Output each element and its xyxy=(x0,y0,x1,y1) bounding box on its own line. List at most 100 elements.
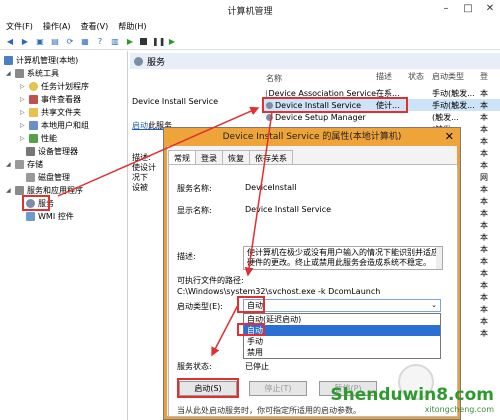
column-header-description[interactable]: 描述 xyxy=(376,71,408,85)
tree-item-local-users[interactable]: ▷ 本地用户和组 xyxy=(20,120,89,131)
service-name-cell-text: Device Setup Manager xyxy=(275,112,366,122)
service-logon-cell: 本 xyxy=(480,220,500,231)
service-logon-cell: 本 xyxy=(480,256,500,267)
properties-icon[interactable]: ▥ xyxy=(110,37,120,47)
tree-label: 本地用户和组 xyxy=(41,121,89,130)
expand-icon[interactable]: ▷ xyxy=(20,96,26,103)
services-apps-icon xyxy=(15,186,24,195)
service-logon-cell: 本 xyxy=(480,112,500,123)
tree-item-performance[interactable]: ▷ 性能 xyxy=(20,133,57,144)
startup-type-select[interactable]: 自动 ⌄ xyxy=(243,299,441,312)
exe-path-label: 可执行文件的路径: xyxy=(177,276,244,285)
tools-icon xyxy=(15,69,24,78)
tree-label: 任务计划程序 xyxy=(41,82,89,91)
menu-action[interactable]: 操作(A) xyxy=(43,20,71,34)
exe-path-value: C:\Windows\system32\svchost.exe -k DcomL… xyxy=(177,287,381,296)
service-logon-cell-text: 本 xyxy=(480,88,488,98)
back-icon[interactable]: ◀ xyxy=(5,37,15,47)
startup-option-auto[interactable]: 自动 xyxy=(244,325,440,336)
tree-item-disk-management[interactable]: 磁盘管理 xyxy=(26,172,70,183)
startup-type-dropdown: 自动(延迟启动) 自动 手动 禁用 xyxy=(243,313,441,359)
service-startup-cell: 手动(触发... xyxy=(432,100,480,111)
menu-help[interactable]: 帮助(H) xyxy=(118,20,146,34)
collapse-icon[interactable]: ◢ xyxy=(6,187,12,194)
maximize-icon[interactable]: □ xyxy=(462,3,474,14)
collapse-icon[interactable]: ◢ xyxy=(6,70,12,77)
chevron-down-icon[interactable]: ⌄ xyxy=(431,300,437,311)
tree-item-system-tools[interactable]: ◢ 系统工具 xyxy=(6,68,59,79)
service-logon-cell-text: 本 xyxy=(480,124,488,134)
tree-item-device-manager[interactable]: 设备管理器 xyxy=(26,146,78,157)
highlight-startup-type xyxy=(237,296,265,313)
tree-item-storage[interactable]: ◢ 存储 xyxy=(6,159,43,170)
tree-item-shared-folders[interactable]: ▷ 共享文件夹 xyxy=(20,107,81,118)
service-logon-cell-text: 本 xyxy=(480,328,488,338)
help-icon[interactable]: ? xyxy=(95,37,105,47)
display-name-value: Device Install Service xyxy=(245,205,332,214)
tree-item-event-viewer[interactable]: ▷ 事件查看器 xyxy=(20,94,81,105)
stop-button[interactable]: 停止(T) xyxy=(249,381,307,396)
startup-option-manual[interactable]: 手动 xyxy=(244,336,440,347)
service-logon-cell: 本 xyxy=(480,244,500,255)
tree-label: 设备管理器 xyxy=(38,147,78,156)
service-logon-cell-text: 本 xyxy=(480,184,488,194)
column-header-name[interactable]: 名称 xyxy=(262,71,376,85)
service-logon-cell: 本 xyxy=(480,148,500,159)
show-tree-icon[interactable]: ▤ xyxy=(50,37,60,47)
stop-service-icon[interactable] xyxy=(140,38,147,45)
toolbar: ◀ ▶ ▣ ▤ ⟳ ▦ ? ▥ ▶ ❚❚ ▶ xyxy=(0,34,500,50)
service-logon-cell-text: 本 xyxy=(480,208,488,218)
service-logon-cell-text: 本 xyxy=(480,304,488,314)
minimize-icon[interactable]: – xyxy=(440,3,452,14)
watermark-brand: Shenduwin8.com xyxy=(330,385,494,405)
service-logon-cell-text: 本 xyxy=(480,112,488,122)
window-titlebar: 计算机管理 – □ ✕ xyxy=(0,0,500,20)
column-header-startup[interactable]: 启动类型 xyxy=(432,71,480,85)
service-logon-cell-text: 本 xyxy=(480,292,488,302)
start-service-icon[interactable]: ▶ xyxy=(125,37,135,47)
service-logon-cell: 本 xyxy=(480,268,500,279)
navigation-tree: 计算机管理(本地) ◢ 系统工具 ▷ 任务计划程序 ▷ 事件查看器 ▷ 共享文件… xyxy=(0,51,128,420)
forward-icon[interactable]: ▶ xyxy=(20,37,30,47)
service-logon-cell: 本 xyxy=(480,292,500,303)
service-logon-cell-text: 本 xyxy=(480,160,488,170)
start-link-text[interactable]: 启动 xyxy=(132,121,148,130)
wmi-icon xyxy=(26,212,35,221)
clock-icon xyxy=(29,82,38,91)
service-logon-cell: 本 xyxy=(480,208,500,219)
collapse-icon[interactable]: ◢ xyxy=(6,161,12,168)
dialog-close-icon[interactable]: ✕ xyxy=(445,128,454,146)
service-startup-cell: 手动(触发... xyxy=(432,88,480,99)
highlight-auto-option xyxy=(237,323,265,336)
tree-item-task-scheduler[interactable]: ▷ 任务计划程序 xyxy=(20,81,89,92)
menu-view[interactable]: 查看(V) xyxy=(81,20,109,34)
menu-file[interactable]: 文件(F) xyxy=(6,20,33,34)
export-icon[interactable]: ▦ xyxy=(80,37,90,47)
column-header-status[interactable]: 状态 xyxy=(408,71,432,85)
service-logon-cell: 本 xyxy=(480,124,500,135)
expand-icon[interactable]: ▷ xyxy=(20,122,26,129)
pause-service-icon[interactable]: ❚❚ xyxy=(152,37,165,47)
tree-item-wmi[interactable]: WMI 控件 xyxy=(26,211,74,222)
tree-item-root[interactable]: 计算机管理(本地) xyxy=(4,55,78,66)
expand-icon[interactable]: ▷ xyxy=(20,135,26,142)
startup-option-auto-delayed[interactable]: 自动(延迟启动) xyxy=(244,314,440,325)
selected-service-name: Device Install Service xyxy=(132,97,219,106)
description-scrollbar[interactable] xyxy=(436,247,442,269)
service-logon-cell-text: 本 xyxy=(480,256,488,266)
device-manager-icon xyxy=(26,147,35,156)
description-textbox[interactable]: 使计算机在极少或没有用户输入的情况下能识别并适应硬件的更改。终止或禁用此服务会造… xyxy=(243,246,443,270)
column-header-logon[interactable]: 登 xyxy=(480,71,500,85)
startup-option-disabled[interactable]: 禁用 xyxy=(244,347,440,358)
menu-bar: 文件(F) 操作(A) 查看(V) 帮助(H) xyxy=(0,20,500,34)
refresh-icon[interactable]: ⟳ xyxy=(65,37,75,47)
restart-service-icon[interactable]: ▶ xyxy=(167,37,177,47)
folder-up-icon[interactable]: ▣ xyxy=(35,37,45,47)
storage-icon xyxy=(15,160,24,169)
service-startup-cell-text: 手动(触发... xyxy=(432,100,475,110)
expand-icon[interactable]: ▷ xyxy=(20,109,26,116)
close-icon[interactable]: ✕ xyxy=(484,3,496,14)
description-label: 描述: xyxy=(177,252,196,261)
service-name-value: DeviceInstall xyxy=(245,183,297,192)
expand-icon[interactable]: ▷ xyxy=(20,83,26,90)
